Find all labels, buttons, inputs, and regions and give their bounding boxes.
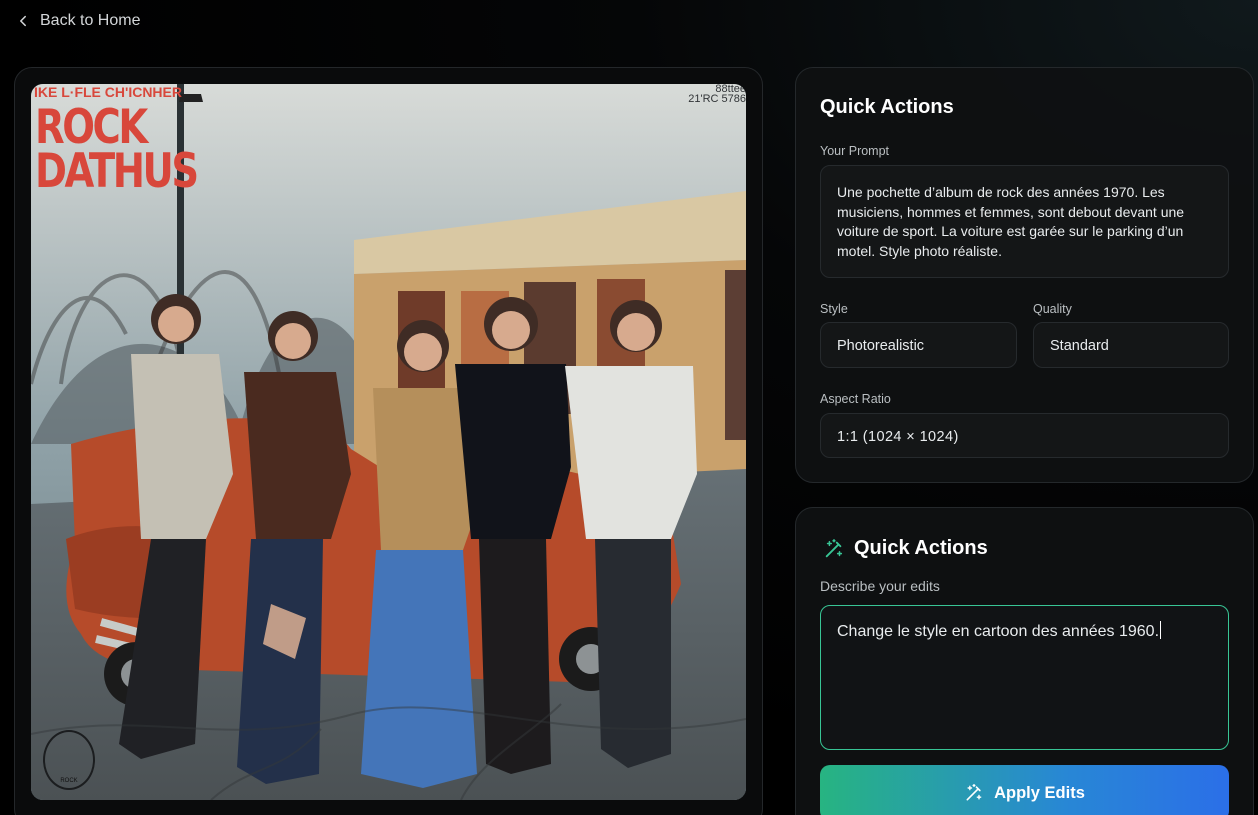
aspect-ratio-label: Aspect Ratio bbox=[820, 392, 891, 406]
quick-actions-settings-panel: Quick Actions Your Prompt Une pochette d… bbox=[795, 67, 1254, 483]
quality-select[interactable]: Standard bbox=[1033, 322, 1229, 368]
album-cover-code: 88ttee 21'RC 5786 bbox=[688, 84, 746, 105]
style-label: Style bbox=[820, 302, 848, 316]
magic-wand-icon bbox=[825, 539, 843, 558]
back-label: Back to Home bbox=[40, 12, 141, 29]
apply-edits-button[interactable]: Apply Edits bbox=[820, 765, 1229, 815]
apply-edits-label: Apply Edits bbox=[994, 783, 1085, 802]
describe-edits-label: Describe your edits bbox=[820, 578, 940, 594]
style-select[interactable]: Photorealistic bbox=[820, 322, 1017, 368]
prompt-textarea[interactable]: Une pochette d’album de rock des années … bbox=[820, 165, 1229, 278]
generated-image-card: IKE L·FLE CH'ICNHER ROCK DATHUS 88ttee 2… bbox=[14, 67, 763, 815]
generated-album-image[interactable]: IKE L·FLE CH'ICNHER ROCK DATHUS 88ttee 2… bbox=[31, 84, 746, 800]
back-to-home-link[interactable]: Back to Home bbox=[16, 12, 140, 30]
album-code-line-2: 21'RC 5786 bbox=[688, 93, 746, 105]
edit-description-textarea[interactable]: Change le style en cartoon des années 19… bbox=[820, 605, 1229, 750]
chevron-left-icon bbox=[20, 15, 26, 27]
album-cover-title: ROCK DATHUS bbox=[35, 104, 199, 199]
album-cover-top-text: IKE L·FLE CH'ICNHER bbox=[34, 84, 182, 100]
quality-label: Quality bbox=[1033, 302, 1072, 316]
edit-panel-title: Quick Actions bbox=[854, 537, 988, 559]
album-title-line-2: DATHUS bbox=[35, 144, 199, 199]
edit-quick-actions-panel: Quick Actions Describe your edits Change… bbox=[795, 507, 1254, 815]
prompt-label: Your Prompt bbox=[820, 144, 890, 158]
quick-actions-title: Quick Actions bbox=[820, 96, 954, 118]
seal-text: ROCK bbox=[60, 778, 78, 784]
aspect-ratio-select[interactable]: 1:1 (1024 × 1024) bbox=[820, 413, 1229, 458]
magic-wand-icon bbox=[966, 783, 982, 801]
edit-description-text: Change le style en cartoon des années 19… bbox=[837, 623, 1160, 640]
album-seal-logo: ROCK bbox=[43, 730, 95, 790]
text-cursor bbox=[1160, 621, 1162, 639]
